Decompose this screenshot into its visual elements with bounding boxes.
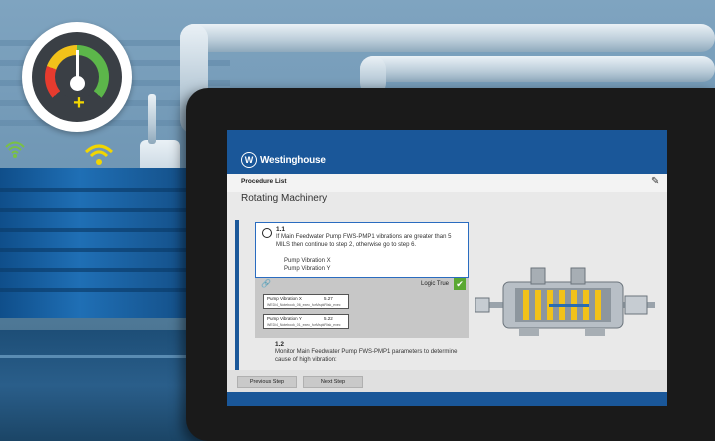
next-step-button[interactable]: Next Step bbox=[303, 376, 363, 388]
motor-rib bbox=[0, 248, 200, 252]
gauge-needle-base bbox=[70, 76, 85, 91]
reading-source: WEDi4_Notebook_01_exec_forMspkRisk_exec bbox=[267, 323, 341, 327]
reading-name: Pump Vibration X bbox=[267, 296, 302, 301]
app-header: W Westinghouse bbox=[227, 130, 667, 174]
motor-rib bbox=[0, 268, 200, 272]
reading-value: 5.22 bbox=[324, 316, 333, 321]
pump-cutaway-image bbox=[475, 260, 665, 350]
step-item: Pump Vibration Y bbox=[284, 265, 331, 272]
step-number: 1.2 bbox=[275, 341, 285, 348]
procedure-list-link[interactable]: Procedure List bbox=[241, 178, 287, 185]
motor bbox=[0, 168, 200, 318]
brand-logo: W Westinghouse bbox=[241, 152, 326, 168]
app-footer bbox=[227, 392, 667, 406]
pipe bbox=[360, 56, 715, 82]
step-item-list: Pump Vibration X Pump Vibration Y bbox=[284, 258, 331, 273]
step-number: 1.1 bbox=[276, 226, 286, 233]
valve-stem bbox=[148, 94, 156, 144]
step-instruction: If Main Feedwater Pump FWS-PMP1 vibratio… bbox=[276, 234, 452, 248]
motor-rib bbox=[0, 288, 200, 292]
paperclip-icon[interactable]: 🔗 bbox=[261, 279, 271, 288]
step-instruction: Monitor Main Feedwater Pump FWS-PMP1 par… bbox=[275, 349, 458, 363]
step-evaluation-panel: 🔗 Logic True ✔ Pump Vibration X 5.27 WED… bbox=[255, 278, 469, 338]
gauge-face: + bbox=[32, 32, 122, 122]
logic-label: Logic True bbox=[421, 281, 450, 287]
section-title: Rotating Machinery bbox=[241, 193, 328, 204]
wifi-icon bbox=[5, 141, 25, 158]
tablet-screen: W Westinghouse Procedure List ✎ Rotating… bbox=[227, 130, 667, 406]
step-item: Pump Vibration X bbox=[284, 258, 331, 264]
previous-step-button[interactable]: Previous Step bbox=[237, 376, 297, 388]
edit-icon[interactable]: ✎ bbox=[651, 176, 663, 188]
pipe bbox=[180, 24, 715, 52]
motor-rib bbox=[0, 208, 200, 212]
step-card[interactable]: 1.1 If Main Feedwater Pump FWS-PMP1 vibr… bbox=[255, 222, 469, 278]
step-progress-rail bbox=[235, 220, 239, 386]
plus-icon: + bbox=[73, 92, 85, 114]
gauge-icon: + bbox=[22, 22, 132, 132]
reading-box[interactable]: Pump Vibration Y 5.22 WEDi4_Notebook_01_… bbox=[263, 314, 349, 329]
motor-rib bbox=[0, 188, 200, 192]
reading-source: WEDi4_Notebook_06_exec_forMspkRisk_exec bbox=[267, 303, 341, 307]
reading-box[interactable]: Pump Vibration X 5.27 WEDi4_Notebook_06_… bbox=[263, 294, 349, 309]
westinghouse-logo-icon: W bbox=[241, 152, 257, 168]
subheader-bar: Procedure List ✎ bbox=[227, 174, 667, 192]
motor-rib bbox=[0, 228, 200, 232]
reading-name: Pump Vibration Y bbox=[267, 316, 302, 321]
brand-name: Westinghouse bbox=[260, 154, 326, 166]
checkmark-icon: ✔ bbox=[454, 278, 466, 290]
wifi-icon bbox=[84, 144, 114, 165]
step-checkbox[interactable] bbox=[262, 228, 272, 238]
reading-value: 5.27 bbox=[324, 296, 333, 301]
